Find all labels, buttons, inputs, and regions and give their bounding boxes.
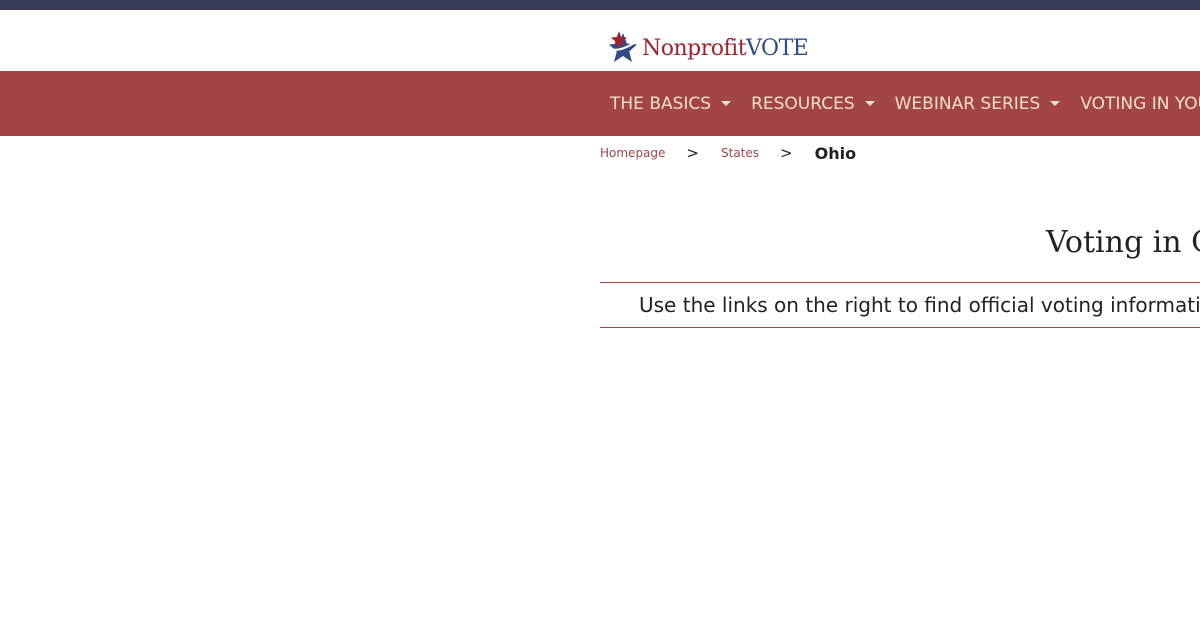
caret-down-icon [864,101,875,106]
site-header: NonprofitVOTE [0,10,1200,71]
star-logo-icon [609,31,637,62]
nav-item-webinar-series[interactable]: WEBINAR SERIES [895,94,1061,114]
caret-down-icon [1050,101,1061,106]
nav-item-the-basics[interactable]: THE BASICS [610,93,732,114]
page-title: Voting in O [1046,225,1200,260]
nav-item-label: RESOURCES [751,93,855,114]
breadcrumb-separator: > [780,144,793,162]
nav-item-label: THE BASICS [610,93,712,114]
nav-item-voting-in-your-state[interactable]: VOTING IN YOU [1080,94,1200,114]
breadcrumb-current: Ohio [814,143,857,163]
breadcrumb-link-states[interactable]: States [721,146,759,160]
intro-box: Use the links on the right to find offic… [600,282,1200,328]
logo-text: NonprofitVOTE [642,35,809,61]
nav-item-label: VOTING IN YOU [1080,93,1200,114]
intro-text: Use the links on the right to find offic… [639,293,1200,317]
main-navbar: THE BASICS RESOURCES WEBINAR SERIES VOTI… [0,71,1200,136]
breadcrumb: Homepage > States > Ohio [600,141,856,165]
site-logo[interactable]: NonprofitVOTE [607,30,809,66]
breadcrumb-separator: > [686,144,699,162]
nav-list: THE BASICS RESOURCES WEBINAR SERIES VOTI… [610,71,1200,136]
top-strip [0,0,1200,10]
nav-item-resources[interactable]: RESOURCES [751,94,875,114]
breadcrumb-link-homepage[interactable]: Homepage [600,146,665,160]
caret-down-icon [721,101,732,106]
nav-item-label: WEBINAR SERIES [894,93,1041,114]
